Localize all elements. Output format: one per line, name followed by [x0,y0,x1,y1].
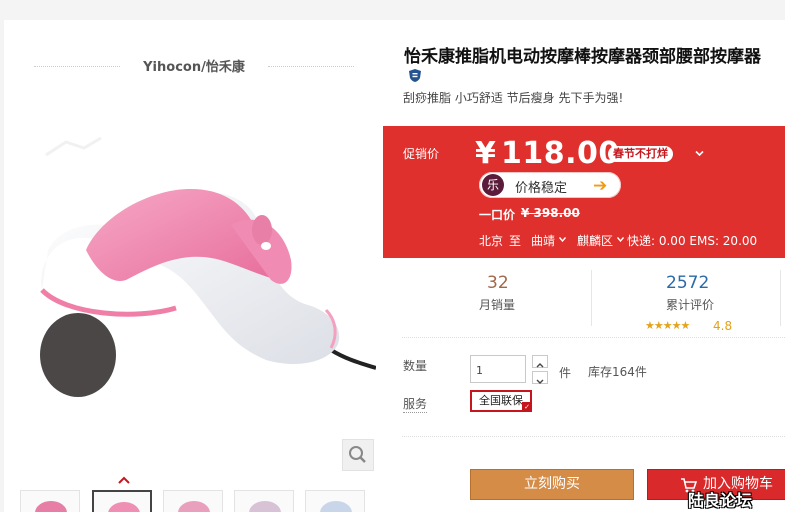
product-title: 怡禾康推脂机电动按摩棒按摩器颈部腰部按摩器 [404,47,761,67]
service-label[interactable]: 服务 [403,395,428,413]
product-detail-frame: Yihocon/怡禾康 怡禾康推脂机电动按摩棒按摩器颈部腰部按摩器 刮痧推脂 小… [4,20,785,512]
product-subtitle: 刮痧推脂 小巧舒适 节后瘦身 先下手为强! [403,91,624,105]
brand-divider-right [268,66,354,67]
promo-price-panel: 促销价 ¥ 118.00 春节不打烊 乐 价格稳定 ➔ 一口价 ¥ 398.00… [383,126,785,258]
chevron-down-icon[interactable] [695,150,704,157]
ship-district-select[interactable]: 麒麟区 [577,232,613,249]
price-stable-text: 价格稳定 [515,181,568,196]
price-stable-button[interactable]: 乐 价格稳定 ➔ [479,172,621,198]
chevron-down-icon [536,379,544,384]
thumbnail-4[interactable] [234,490,294,512]
shield-icon[interactable] [408,68,422,83]
thumbnail-2[interactable] [92,490,152,512]
original-price: ¥ 398.00 [521,206,580,220]
quantity-decrease-button[interactable] [532,371,548,384]
thumbnail-5[interactable] [305,490,365,512]
original-price-label: 一口价 [479,208,516,222]
chevron-down-icon[interactable] [617,237,624,242]
quantity-input[interactable]: 1 [470,355,526,383]
ship-city-select[interactable]: 曲靖 [531,232,555,249]
ship-to-word: 至 [509,234,522,248]
service-option-warranty[interactable]: 全国联保 ✓ [470,390,532,412]
arrow-right-icon: ➔ [593,176,608,196]
zoom-icon [349,446,366,463]
stats-divider [591,270,592,326]
promo-price-label: 促销价 [403,147,440,161]
promo-badge: 春节不打烊 [608,146,673,162]
sales-stats: 32 月销量 2572 累计评价 ★★★★★ 4.8 [383,264,785,334]
service-option-label: 全国联保 [479,394,523,407]
stats-divider [780,270,781,326]
check-icon: ✓ [522,402,532,412]
brand-header: Yihocon/怡禾康 [34,56,354,76]
monthly-sales-label: 月销量 [479,298,516,312]
zoom-button[interactable] [342,439,374,471]
rating-stars: ★★★★★ [645,319,690,332]
chevron-down-icon[interactable] [559,237,566,242]
rating-value: 4.8 [713,319,733,333]
thumbnail-1[interactable] [20,490,80,512]
monthly-sales-count: 32 [487,273,509,293]
thumbnail-3[interactable] [163,490,223,512]
price-stable-logo-icon: 乐 [482,174,504,196]
quantity-increase-button[interactable] [532,355,548,368]
product-main-image[interactable] [26,130,376,420]
current-price: 118.00 [501,136,620,171]
quantity-unit: 件 [559,366,572,380]
buy-now-button[interactable]: 立刻购买 [470,469,634,500]
stock-count: 库存164件 [588,365,647,379]
divider [402,436,785,437]
review-count[interactable]: 2572 [666,273,709,293]
ship-from: 北京 [479,234,504,248]
shipping-fees: 快递: 0.00 EMS: 20.00 [627,234,758,248]
forum-watermark: 陆良论坛 [688,491,753,510]
quantity-label: 数量 [403,359,428,373]
divider [402,337,785,338]
chevron-up-icon [536,363,544,368]
currency-symbol: ¥ [475,136,496,171]
review-label[interactable]: 累计评价 [666,296,714,313]
chevron-up-icon[interactable] [117,475,131,485]
